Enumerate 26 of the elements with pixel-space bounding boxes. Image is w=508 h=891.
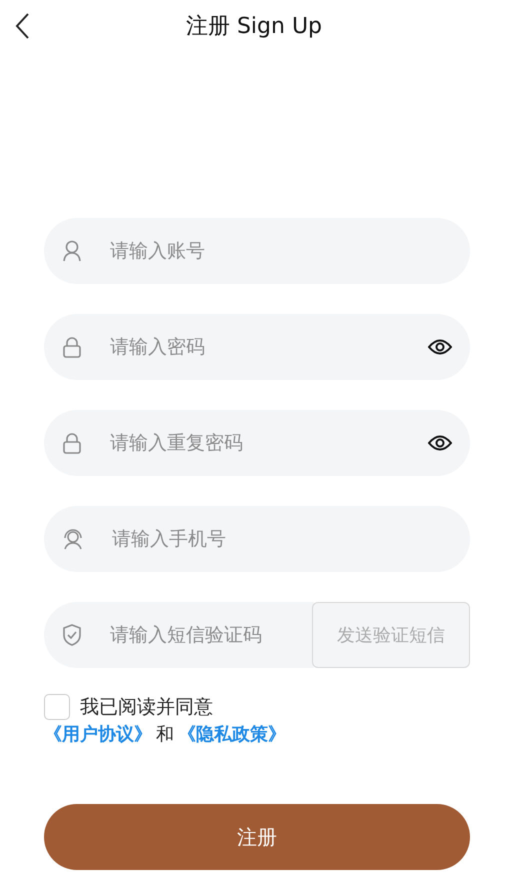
- lock-icon: [62, 432, 82, 454]
- eye-icon[interactable]: [428, 434, 452, 452]
- text-field[interactable]: 请输入重复密码: [44, 410, 470, 476]
- agreement-label: 我已阅读并同意: [80, 695, 213, 720]
- text-field[interactable]: 请输入短信验证码: [44, 602, 314, 668]
- joiner-text: 和: [156, 723, 174, 746]
- page-title: 注册 Sign Up: [186, 13, 322, 41]
- input-field[interactable]: 请输入重复密码: [108, 431, 428, 455]
- back-icon[interactable]: [15, 13, 29, 39]
- send-code-button[interactable]: 发送验证短信: [312, 602, 470, 668]
- eye-icon[interactable]: [428, 338, 452, 356]
- text-field[interactable]: 请输入账号: [44, 218, 470, 284]
- text-field[interactable]: 请输入密码: [44, 314, 470, 380]
- headset-person-icon: [62, 528, 84, 550]
- lock-icon: [62, 336, 82, 358]
- input-field[interactable]: 请输入手机号: [110, 527, 452, 551]
- register-button[interactable]: 注册: [44, 804, 470, 870]
- input-field[interactable]: 请输入短信验证码: [108, 623, 296, 647]
- privacy-policy-link[interactable]: 《隐私政策》: [178, 722, 286, 746]
- input-field[interactable]: 请输入账号: [108, 239, 452, 263]
- input-field[interactable]: 请输入密码: [108, 335, 428, 359]
- user-agreement-link[interactable]: 《用户协议》: [44, 722, 152, 746]
- user-icon: [62, 240, 82, 262]
- shield-check-icon: [62, 624, 82, 646]
- text-field[interactable]: 请输入手机号: [44, 506, 470, 572]
- checkbox[interactable]: [44, 694, 70, 720]
